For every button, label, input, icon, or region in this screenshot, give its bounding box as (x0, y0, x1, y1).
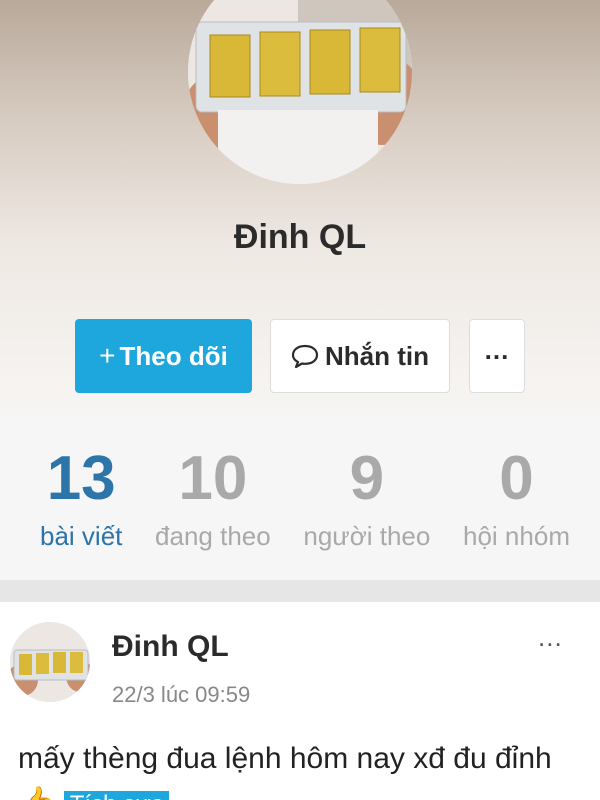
plus-icon: + (99, 340, 116, 371)
page-title: Đinh QL (233, 218, 367, 256)
gold-bars-photo (10, 622, 90, 702)
avatar[interactable] (188, 0, 412, 184)
stat-following[interactable]: 10 đang theo (155, 415, 271, 580)
stat-label: bài viết (40, 521, 123, 551)
message-label: Nhắn tin (325, 340, 429, 371)
more-options-button[interactable]: ... (469, 319, 525, 393)
stat-label: người theo (303, 521, 431, 551)
stat-value: 13 (46, 444, 116, 513)
post-timestamp: 22/3 lúc 09:59 (112, 682, 251, 707)
post-text: mấy thèng đua lệnh hôm nay xđ đu đỉnh👍 T… (18, 737, 588, 800)
sentiment-badge[interactable]: Tích cực (63, 791, 170, 800)
profile-header: Đinh QL + Theo dõi Nhắn tin ... (0, 0, 600, 415)
post-avatar[interactable] (10, 622, 90, 702)
message-button[interactable]: Nhắn tin (270, 319, 450, 393)
more-icon: ... (484, 334, 510, 365)
stat-label: hội nhóm (463, 521, 570, 551)
stat-followers[interactable]: 9 người theo (303, 415, 430, 580)
follow-label: Theo dõi (119, 340, 228, 371)
stat-value: 10 (178, 444, 248, 513)
profile-stats: 13 bài viết 10 đang theo 9 người theo 0 … (0, 415, 600, 580)
post-card: Đinh QL 22/3 lúc 09:59 ... mấy thèng đua… (0, 602, 600, 800)
stat-groups[interactable]: 0 hội nhóm (463, 415, 570, 580)
chat-bubble-icon (291, 344, 319, 369)
section-divider (0, 580, 600, 602)
post-author[interactable]: Đinh QL (112, 630, 229, 664)
follow-button[interactable]: + Theo dõi (75, 319, 252, 393)
stat-value: 0 (499, 444, 534, 513)
stat-label: đang theo (155, 521, 271, 551)
gold-bars-photo (188, 0, 412, 184)
stat-value: 9 (349, 444, 385, 513)
stat-posts[interactable]: 13 bài viết (40, 415, 122, 580)
post-more-icon[interactable]: ... (538, 622, 563, 653)
